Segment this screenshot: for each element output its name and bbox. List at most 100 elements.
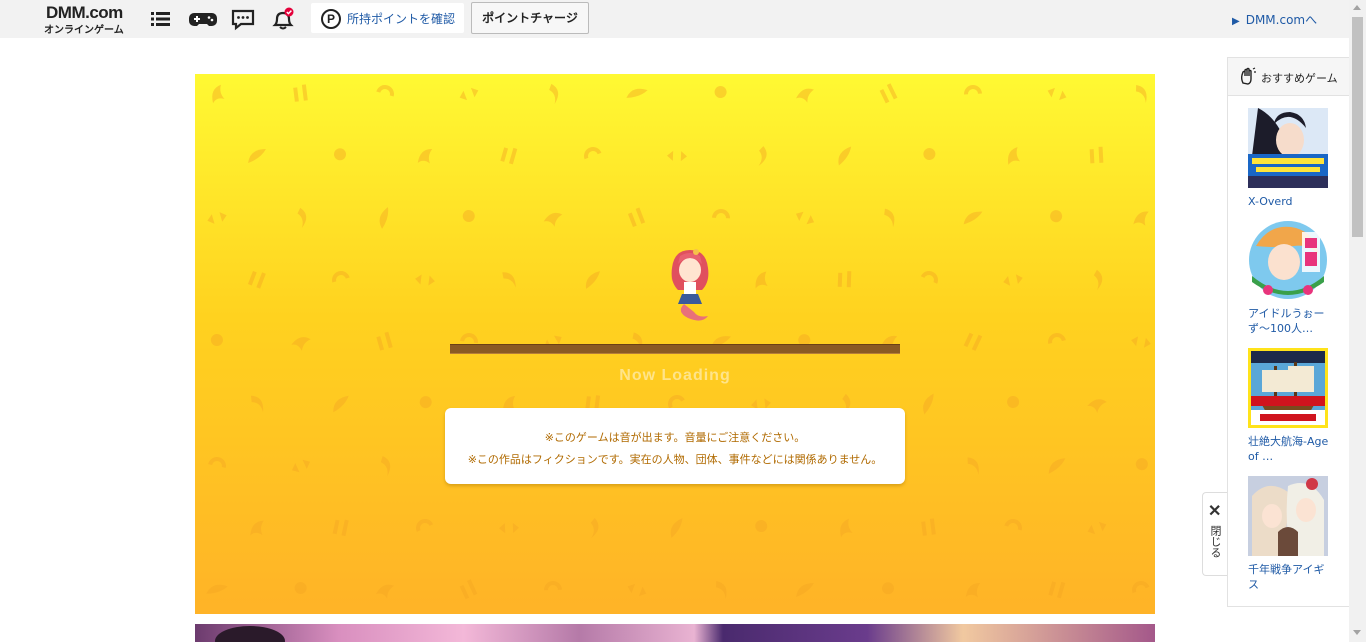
dmm-logo[interactable]: DMM.com オンラインゲーム: [44, 3, 134, 36]
check-points-button[interactable]: P 所持ポイントを確認: [311, 3, 464, 33]
pattern-shape: [206, 584, 228, 594]
pattern-shape: [963, 332, 983, 351]
chat-icon[interactable]: [230, 7, 256, 31]
pattern-shape: [1133, 211, 1149, 226]
pattern-shape: [716, 580, 727, 600]
pattern-shape: [502, 272, 516, 288]
pattern-shape: [462, 205, 475, 222]
recommended-header: おすすめゲーム: [1228, 58, 1349, 96]
pattern-shape: [459, 579, 478, 600]
pattern-shape: [963, 211, 983, 225]
pattern-shape: [248, 149, 266, 163]
notice-line-fiction: ※この作品はフィクションです。実在の人物、団体、事件などには関係ありません。: [467, 453, 883, 466]
logo-main-text: DMM.com: [46, 3, 123, 22]
notice-box: ※このゲームは音が出ます。音量にご注意ください。 ※この作品はフィクションです。…: [445, 408, 905, 484]
pattern-shape: [795, 211, 815, 225]
pattern-shape: [884, 208, 895, 228]
close-label: 閉じる: [1209, 525, 1222, 558]
dmm-home-link-label: DMM.comへ: [1245, 13, 1318, 27]
character-sprite: [671, 249, 709, 321]
scroll-down-arrow[interactable]: [1353, 630, 1361, 635]
pattern-shape: [207, 212, 227, 224]
pattern-shape: [247, 270, 266, 289]
point-charge-button[interactable]: ポイントチャージ: [471, 2, 589, 34]
pattern-shape: [712, 209, 730, 219]
pattern-shape: [964, 85, 982, 95]
pattern-shape: [584, 147, 602, 160]
dmm-home-link[interactable]: ▶ DMM.comへ: [1232, 11, 1317, 28]
recommended-games-panel: おすすめゲーム X-Overd アイドルうぉーず〜100人… 壮絶大航海-Age…: [1227, 57, 1349, 607]
game-thumbnail[interactable]: [1248, 348, 1328, 428]
pattern-shape: [1047, 87, 1067, 101]
pattern-shape: [1048, 581, 1066, 599]
recommended-item-name[interactable]: アイドルうぉーず〜100人…: [1248, 306, 1332, 336]
pattern-shape: [923, 144, 936, 160]
gamepad-icon[interactable]: [188, 7, 218, 31]
pattern-shape: [212, 84, 225, 104]
pattern-shape: [333, 395, 349, 413]
pattern-shape: [250, 395, 264, 413]
pattern-shape: [460, 333, 478, 344]
pattern-shape: [879, 83, 898, 104]
pattern-shape: [416, 519, 434, 532]
pattern-shape: [1131, 336, 1151, 348]
list-icon[interactable]: [148, 7, 174, 31]
pattern-shape: [627, 583, 647, 597]
pattern-shape: [250, 520, 264, 536]
pattern-shape: [840, 518, 853, 538]
pattern-shape: [1008, 147, 1021, 165]
pattern-shape: [332, 519, 349, 537]
recommended-item-name[interactable]: X-Overd: [1248, 194, 1332, 209]
pattern-shape: [1089, 146, 1104, 164]
pattern-shape: [544, 581, 562, 591]
pattern-shape: [1007, 392, 1020, 408]
pattern-shape: [796, 88, 814, 103]
loading-progress-bar: [450, 344, 900, 354]
pattern-shape: [499, 522, 519, 534]
logo-sub-text: オンラインゲーム: [44, 25, 124, 36]
game-thumbnail[interactable]: [1248, 476, 1328, 556]
promo-banner[interactable]: [195, 624, 1155, 642]
pattern-shape: [419, 393, 433, 409]
pattern-shape: [297, 207, 307, 229]
scrollbar-thumb[interactable]: [1352, 17, 1363, 237]
pattern-shape: [965, 583, 981, 598]
pattern-shape: [882, 578, 894, 595]
pattern-shape: [626, 88, 648, 98]
pattern-shape: [1050, 205, 1063, 223]
pattern-shape: [590, 517, 599, 539]
pattern-shape: [837, 271, 852, 288]
pattern-shape: [500, 147, 518, 165]
pattern-shape: [585, 271, 600, 289]
recommended-item-name[interactable]: 千年戦争アイギス: [1248, 562, 1332, 592]
pattern-shape: [714, 81, 727, 99]
banner-decoration: [215, 626, 285, 642]
close-recommend-button[interactable]: ✕ 閉じる: [1202, 492, 1227, 576]
scroll-up-arrow[interactable]: [1353, 5, 1361, 10]
game-thumbnail[interactable]: [1248, 108, 1328, 188]
pattern-shape: [967, 457, 979, 475]
pattern-shape: [755, 516, 768, 532]
pattern-shape: [379, 207, 389, 229]
pattern-shape: [1003, 274, 1023, 286]
pattern-shape: [755, 271, 768, 289]
pattern-shape: [923, 393, 934, 415]
pattern-shape: [380, 456, 391, 476]
vertical-scrollbar[interactable]: [1349, 0, 1366, 642]
pattern-shape: [332, 271, 350, 283]
pattern-shape: [291, 337, 311, 351]
pattern-shape: [667, 150, 687, 162]
pattern-shape: [921, 518, 936, 536]
game-frame[interactable]: Now Loading ※このゲームは音が出ます。音量にご注意ください。 ※この…: [195, 74, 1155, 614]
recommended-item-name[interactable]: 壮絶大航海-Age of …: [1248, 434, 1332, 464]
now-loading-text: Now Loading: [619, 367, 731, 384]
top-navigation-bar: DMM.com オンラインゲーム P 所持ポイントを確認 ポイントチャージ ▶ D…: [0, 0, 1349, 38]
pattern-shape: [1136, 85, 1147, 103]
pattern-shape: [291, 459, 311, 473]
pattern-shape: [1087, 521, 1107, 535]
bell-icon[interactable]: [270, 7, 296, 31]
game-thumbnail[interactable]: [1248, 220, 1328, 300]
pattern-shape: [294, 577, 307, 594]
pattern-shape: [210, 329, 223, 346]
pattern-shape: [627, 207, 646, 228]
